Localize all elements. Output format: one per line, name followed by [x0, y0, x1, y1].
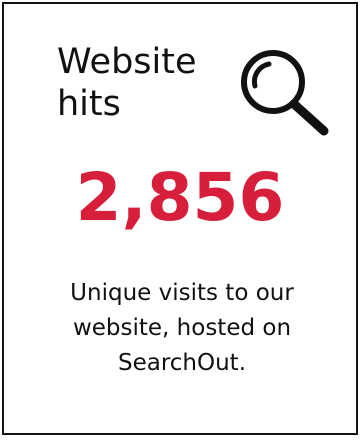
- card-title-line-1: Website: [57, 42, 197, 82]
- stat-card: Website hits 2,856 Unique visits to our …: [2, 2, 358, 435]
- search-icon: [241, 50, 329, 136]
- card-description: Unique visits to our website, hosted on …: [70, 280, 294, 376]
- card-title: Website hits: [57, 41, 232, 125]
- card-title-line-2: hits: [57, 84, 121, 124]
- hits-count: 2,856: [75, 159, 285, 236]
